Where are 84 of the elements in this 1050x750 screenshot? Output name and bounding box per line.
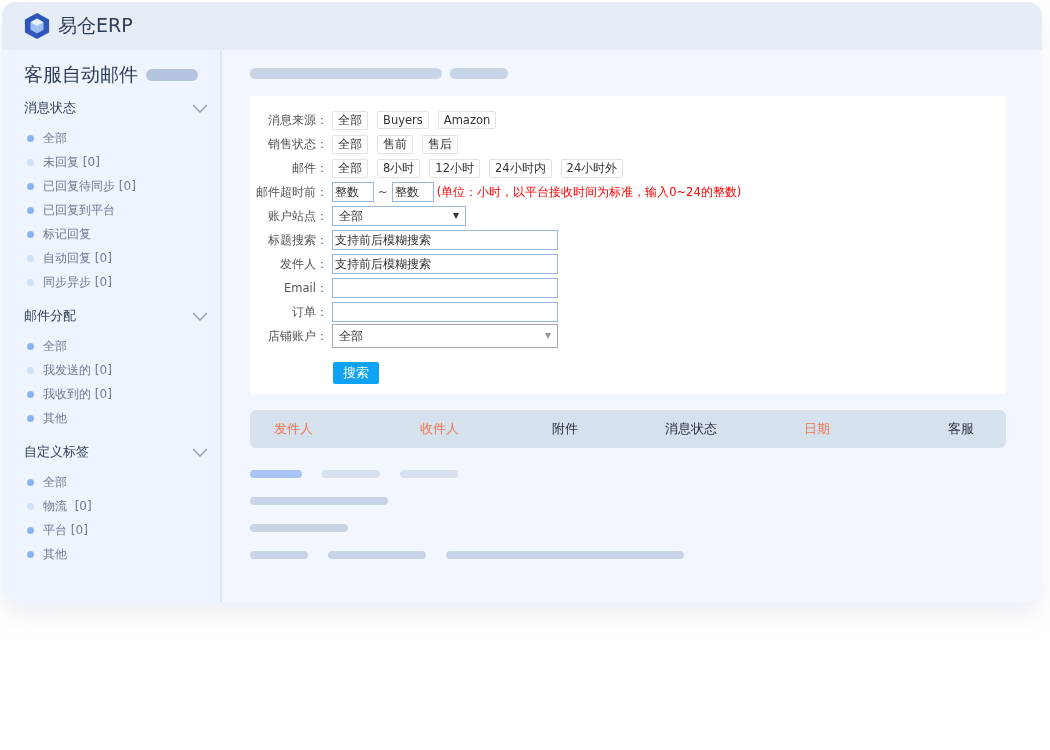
- dropdown[interactable]: 全部: [332, 324, 558, 348]
- field-label: 标题搜索：: [267, 232, 328, 248]
- filter-option[interactable]: 12小时: [429, 158, 480, 178]
- filter-option[interactable]: 8小时: [377, 158, 421, 178]
- item-label: 同步异步 [0]: [43, 273, 112, 291]
- dropdown[interactable]: 全部: [332, 206, 466, 226]
- section-title: 自定义标签: [24, 443, 89, 461]
- item-label: 已回复待同步 [0]: [43, 177, 136, 195]
- item-label: 我收到的 [0]: [43, 385, 112, 403]
- dropdown-arrow-icon: [545, 333, 551, 339]
- sidebar-item[interactable]: 已回复待同步 [0]: [24, 174, 220, 198]
- input-field[interactable]: [332, 278, 558, 298]
- field-label: Email：: [283, 280, 328, 296]
- range-separator: ~: [378, 185, 388, 199]
- hint-text: (单位：小时，以平台接收时间为标准，输入0~24的整数): [436, 184, 742, 200]
- field-label: 销售状态：: [267, 136, 328, 152]
- sidebar-item[interactable]: 物流 [0]: [24, 494, 220, 518]
- sidebar-item[interactable]: 我发送的 [0]: [24, 358, 220, 382]
- filter-option[interactable]: 全部: [332, 158, 368, 178]
- section-header[interactable]: 邮件分配: [24, 302, 220, 330]
- chevron-icon[interactable]: [192, 311, 208, 321]
- sidebar-item[interactable]: 其他: [24, 542, 220, 566]
- field-label: 账户站点：: [267, 208, 328, 224]
- sidebar-item[interactable]: 标记回复: [24, 222, 220, 246]
- filter-option[interactable]: Amazon: [437, 111, 497, 129]
- sidebar-item[interactable]: 全部: [24, 126, 220, 150]
- filter-option[interactable]: 全部: [332, 134, 368, 154]
- item-label: 全部: [43, 129, 67, 147]
- sidebar-item[interactable]: 自动回复 [0]: [24, 246, 220, 270]
- chevron-icon[interactable]: [192, 103, 208, 113]
- item-label: 已回复到平台: [43, 201, 115, 219]
- filter-option[interactable]: 24小时外: [560, 158, 624, 178]
- section-header[interactable]: 消息状态: [24, 94, 220, 122]
- cube-logo-icon: [24, 12, 50, 40]
- chevron-icon[interactable]: [192, 447, 208, 457]
- section-title: 消息状态: [24, 99, 76, 117]
- filter-option[interactable]: 售后: [422, 134, 458, 154]
- placeholder-bar: [250, 551, 308, 559]
- item-label: 其他: [43, 409, 67, 427]
- placeholder-bar: [322, 470, 380, 478]
- filter-option[interactable]: 售前: [377, 134, 413, 154]
- item-label: 标记回复: [43, 225, 91, 243]
- sidebar-item[interactable]: 全部: [24, 470, 220, 494]
- field-label: 发件人：: [279, 256, 328, 272]
- placeholder-bar: [400, 470, 458, 478]
- item-label: 平台 [0]: [43, 521, 88, 539]
- section-title: 邮件分配: [24, 307, 76, 325]
- dropdown-arrow-icon: [453, 213, 459, 219]
- item-label: 物流 [0]: [43, 497, 92, 515]
- sidebar-item[interactable]: 已回复到平台: [24, 198, 220, 222]
- sidebar-item[interactable]: 平台 [0]: [24, 518, 220, 542]
- placeholder-bar: [450, 68, 508, 79]
- filter-option[interactable]: 全部: [332, 110, 368, 130]
- section-header[interactable]: 自定义标签: [24, 438, 220, 466]
- item-label: 全部: [43, 473, 67, 491]
- page-title: 客服自动邮件: [24, 62, 138, 87]
- sidebar-item[interactable]: 我收到的 [0]: [24, 382, 220, 406]
- input-field[interactable]: 整数: [332, 182, 374, 202]
- column-header[interactable]: 客服: [880, 420, 1006, 438]
- item-label: 其他: [43, 545, 67, 563]
- item-label: 自动回复 [0]: [43, 249, 112, 267]
- sidebar-item[interactable]: 其他: [24, 406, 220, 430]
- column-header[interactable]: 消息状态: [628, 420, 754, 438]
- field-label: 邮件：: [291, 160, 328, 176]
- sidebar-item[interactable]: 全部: [24, 334, 220, 358]
- field-label: 订单：: [291, 304, 328, 320]
- input-field[interactable]: 支持前后模糊搜索: [332, 254, 558, 274]
- sidebar-item[interactable]: 同步异步 [0]: [24, 270, 220, 294]
- input-field[interactable]: 支持前后模糊搜索: [332, 230, 558, 250]
- field-label: 消息来源：: [267, 112, 328, 128]
- input-field[interactable]: 整数: [391, 182, 434, 202]
- field-label: 邮件超时前：: [255, 184, 328, 200]
- item-label: 全部: [43, 337, 67, 355]
- column-header[interactable]: 附件: [502, 420, 628, 438]
- app-title: 易仓ERP: [58, 13, 133, 38]
- filter-option[interactable]: 24小时内: [488, 158, 552, 178]
- placeholder-bar: [250, 470, 302, 478]
- sidebar-item[interactable]: 未回复 [0]: [24, 150, 220, 174]
- item-label: 我发送的 [0]: [43, 361, 112, 379]
- item-label: 未回复 [0]: [43, 153, 100, 171]
- placeholder-bar: [146, 69, 198, 81]
- input-field[interactable]: [332, 302, 558, 322]
- filter-option[interactable]: Buyers: [377, 111, 429, 129]
- field-label: 店铺账户：: [267, 328, 328, 344]
